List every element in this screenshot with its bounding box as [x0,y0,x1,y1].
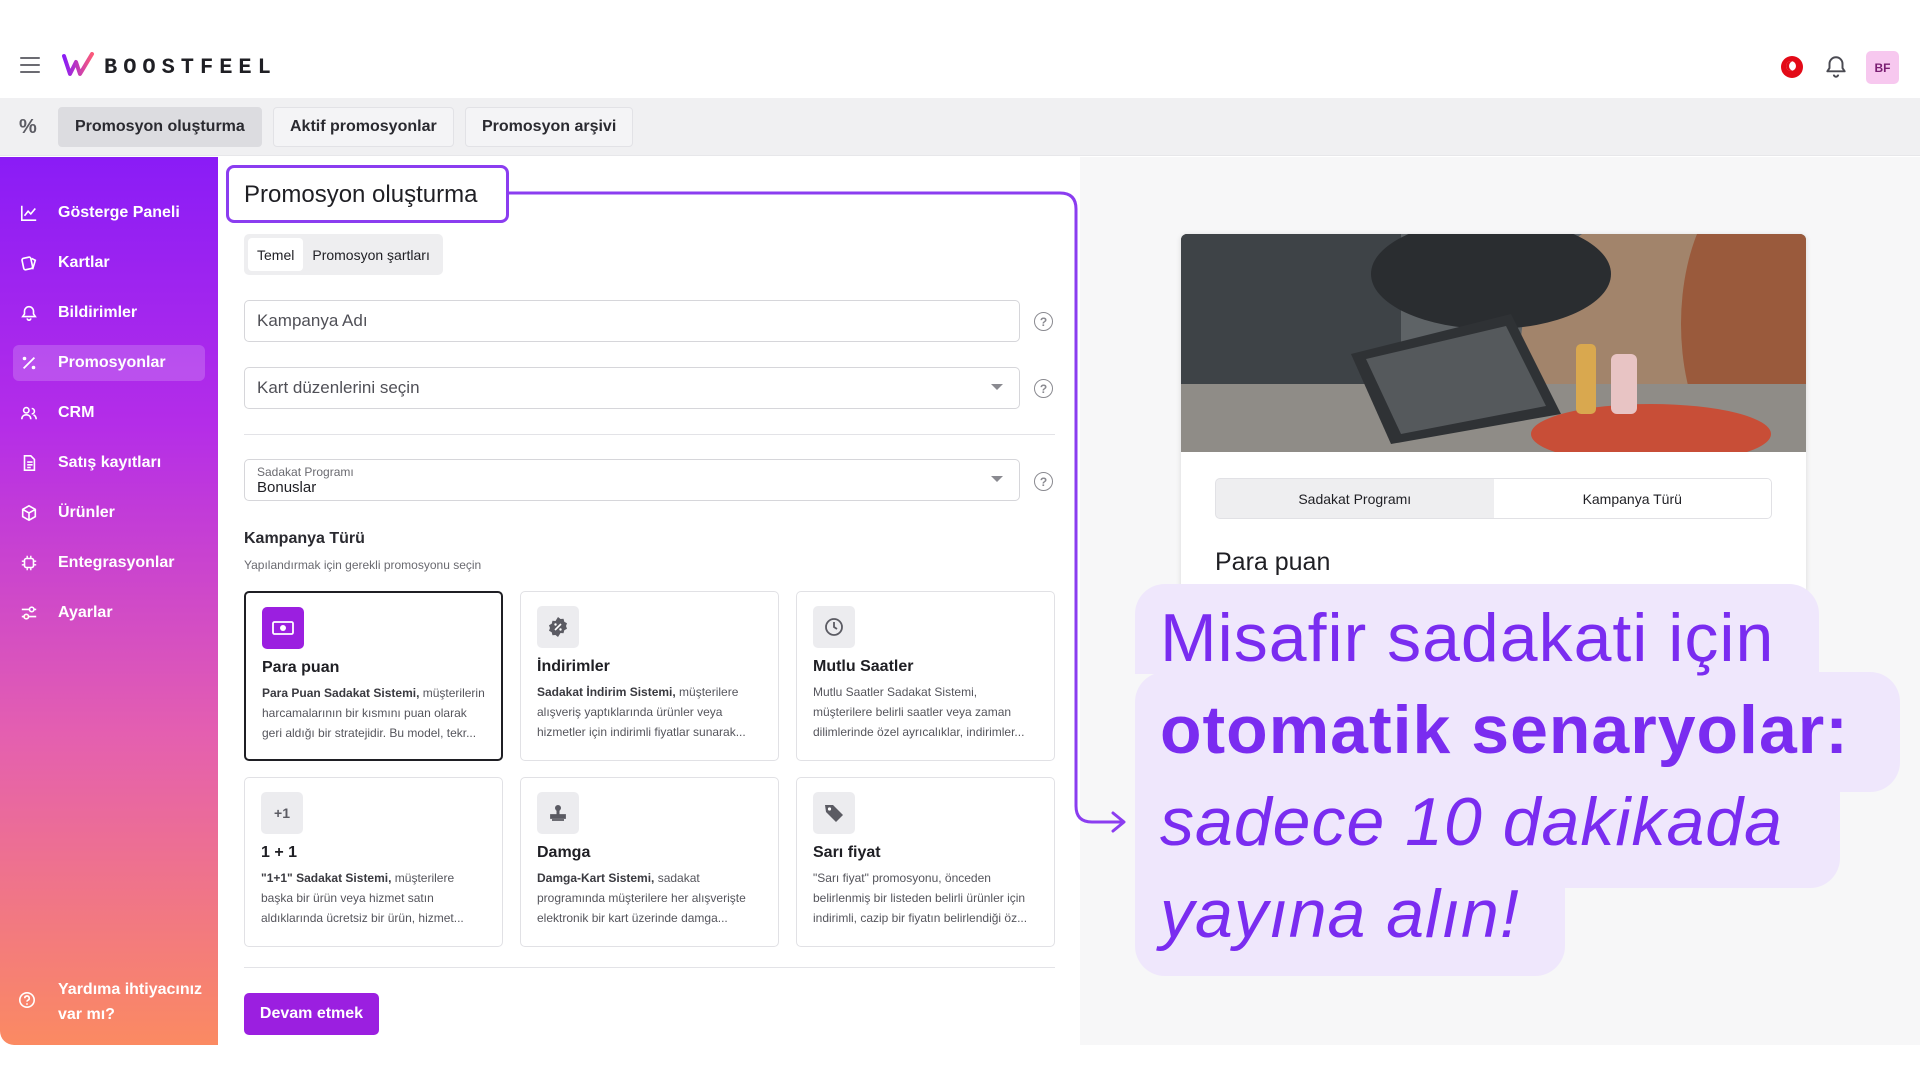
campaign-name-input[interactable]: Kampanya Adı [244,300,1020,342]
integration-icon [19,553,39,573]
sidebar-item-label: Satış kayıtları [58,454,162,471]
campaign-type-card-discounts[interactable]: İndirimler Sadakat İndirim Sistemi, müşt… [520,591,779,761]
help-label: Yardıma ihtiyacınız var mı? [58,981,203,1023]
sidebar-item-sales[interactable]: Satış kayıtları [13,445,205,481]
card-title: Sarı fiyat [813,844,881,861]
divider [244,434,1055,435]
card-title: Damga [537,844,591,861]
chevron-down-icon [991,384,1003,390]
sidebar-item-label: Promosyonlar [58,354,166,371]
card-title: İndirimler [537,658,610,675]
sidebar-item-promotions[interactable]: Promosyonlar [13,345,205,381]
menu-icon[interactable] [20,57,40,73]
callout-line-3: sadece 10 dakikada [1160,784,1783,860]
tab-basic[interactable]: Temel [248,238,304,271]
card-layouts-select[interactable]: Kart düzenlerini seçin [244,367,1020,409]
card-title: Mutlu Saatler [813,658,914,675]
preview-photo [1181,234,1806,484]
sidebar-item-label: CRM [58,404,95,421]
top-header: BOOSTFEEL BF [0,37,1920,97]
percent-icon: % [19,116,37,138]
card-description: Sadakat İndirim Sistemi, müşterilere alı… [537,685,746,739]
question-circle-icon [18,991,38,1017]
sliders-icon [19,603,39,623]
document-icon [19,453,39,473]
loyalty-program-label: Sadakat Programı [257,464,354,479]
cards-icon [19,253,39,273]
sidebar-item-settings[interactable]: Ayarlar [13,595,205,631]
money-icon [262,607,304,649]
bell-icon [19,303,39,323]
card-layouts-placeholder: Kart düzenlerini seçin [257,378,420,397]
continue-button[interactable]: Devam etmek [244,993,379,1035]
card-description: Para Puan Sadakat Sistemi, müşterilerin … [262,686,485,740]
sidebar-item-crm[interactable]: CRM [13,395,205,431]
help-icon[interactable]: ? [1034,472,1053,491]
help-link[interactable]: Yardıma ihtiyacınız var mı? [18,977,208,1027]
subnav: % Promosyon oluşturma Aktif promosyonlar… [0,98,1920,156]
callout-line-4: yayına alın! [1160,876,1520,952]
sidebar-item-integrations[interactable]: Entegrasyonlar [13,545,205,581]
tab-conditions[interactable]: Promosyon şartları [303,238,438,271]
campaign-type-card-yellow-price[interactable]: Sarı fiyat "Sarı fiyat" promosyonu, önce… [796,777,1055,947]
campaign-type-card-stamp[interactable]: Damga Damga-Kart Sistemi, sadakat progra… [520,777,779,947]
card-title: Para puan [262,659,340,676]
sidebar-item-label: Ayarlar [58,604,113,621]
campaign-type-card-money-points[interactable]: Para puan Para Puan Sadakat Sistemi, müş… [244,591,503,761]
card-description: "1+1" Sadakat Sistemi, müşterilere başka… [261,871,464,925]
app-canvas: { "header": { "logo_text": "BOOSTFEEL", … [0,0,1920,1080]
sidebar-item-label: Kartlar [58,254,110,271]
card-description: "Sarı fiyat" promosyonu, önceden belirle… [813,871,1028,925]
chart-line-icon [19,203,39,223]
campaign-type-card-one-plus-one[interactable]: +1 1 + 1 "1+1" Sadakat Sistemi, müşteril… [244,777,503,947]
tag-icon [813,792,855,834]
percent-icon [19,353,39,373]
sidebar-item-label: Entegrasyonlar [58,554,175,571]
campaign-type-card-happy-hours[interactable]: Mutlu Saatler Mutlu Saatler Sadakat Sist… [796,591,1055,761]
sidebar-item-notifications[interactable]: Bildirimler [13,295,205,331]
subnav-tab-archive[interactable]: Promosyon arşivi [465,107,634,147]
subnav-tab-active[interactable]: Aktif promosyonlar [273,107,454,147]
sidebar-item-label: Gösterge Paneli [58,204,180,221]
turkish-flag-icon[interactable] [1781,56,1803,78]
divider [244,967,1055,968]
campaign-type-subtitle: Yapılandırmak için gerekli promosyonu se… [244,558,482,572]
bell-icon[interactable] [1823,54,1849,80]
sidebar-item-label: Ürünler [58,504,115,521]
help-icon[interactable]: ? [1034,379,1053,398]
callout-text: Misafir sadakati için otomatik senaryola… [1160,592,1849,960]
sidebar-item-cards[interactable]: Kartlar [13,245,205,281]
preview-tabs: Sadakat Programı Kampanya Türü [1215,478,1772,519]
card-title: 1 + 1 [261,844,298,861]
callout-line-1: Misafir sadakati için [1160,600,1775,676]
box-icon [19,503,39,523]
users-icon [19,403,39,423]
preview-title: Para puan [1215,548,1331,576]
page-title: Promosyon oluşturma [226,165,509,223]
form-tabs: Temel Promosyon şartları [244,234,443,275]
preview-tab-campaign-type[interactable]: Kampanya Türü [1493,479,1771,518]
loyalty-program-select[interactable]: Sadakat Programı Bonuslar [244,459,1020,501]
campaign-type-title: Kampanya Türü [244,530,365,547]
sidebar-item-label: Bildirimler [58,304,138,321]
card-description: Damga-Kart Sistemi, sadakat programında … [537,871,746,925]
discount-badge-icon [537,606,579,648]
chevron-down-icon [991,476,1003,482]
subnav-tab-create[interactable]: Promosyon oluşturma [58,107,262,147]
help-icon[interactable]: ? [1034,312,1053,331]
card-description: Mutlu Saatler Sadakat Sistemi, müşterile… [813,685,1025,739]
sidebar-item-products[interactable]: Ürünler [13,495,205,531]
sidebar: Gösterge Paneli Kartlar Bildirimler Prom… [0,157,218,1045]
preview-tab-loyalty[interactable]: Sadakat Programı [1216,479,1494,518]
promotion-preview: Sadakat Programı Kampanya Türü Para puan [1181,234,1806,594]
loyalty-program-value: Bonuslar [257,478,317,496]
callout-line-2: otomatik senaryolar: [1160,692,1849,768]
sidebar-item-dashboard[interactable]: Gösterge Paneli [13,195,205,231]
logo-icon [62,52,94,76]
logo-text: BOOSTFEEL [104,55,277,80]
avatar[interactable]: BF [1866,51,1899,84]
clock-icon [813,606,855,648]
stamp-icon [537,792,579,834]
plus-one-icon: +1 [261,792,303,834]
